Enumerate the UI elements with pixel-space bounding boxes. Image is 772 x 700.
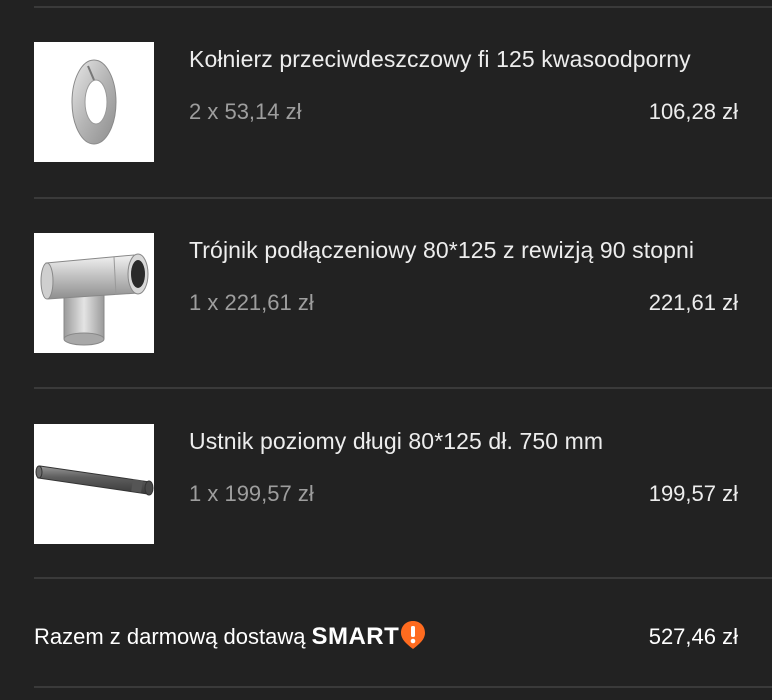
item-quantity-price: 1 x 199,57 zł <box>189 481 314 506</box>
order-total-value: 527,46 zł <box>648 624 738 649</box>
divider <box>34 197 772 199</box>
item-quantity-price: 1 x 221,61 zł <box>189 290 314 315</box>
divider <box>34 387 772 389</box>
item-total-price: 199,57 zł <box>648 481 738 506</box>
divider <box>34 577 772 579</box>
smart-exclamation-icon <box>400 620 426 650</box>
item-name[interactable]: Kołnierz przeciwdeszczowy fi 125 kwasood… <box>189 46 691 73</box>
smart-badge-text: SMART <box>311 623 400 650</box>
total-label-text: Razem z darmową dostawą <box>34 624 306 649</box>
divider-bottom <box>34 686 772 688</box>
item-quantity-price: 2 x 53,14 zł <box>189 99 302 124</box>
item-name[interactable]: Trójnik podłączeniowy 80*125 z rewizją 9… <box>189 237 694 264</box>
flange-collar-image[interactable] <box>34 42 154 162</box>
horizontal-pipe-icon <box>35 465 154 496</box>
cart-item[interactable]: Trójnik podłączeniowy 80*125 z rewizją 9… <box>0 233 772 353</box>
item-total-price: 221,61 zł <box>648 290 738 315</box>
cart-item[interactable]: Kołnierz przeciwdeszczowy fi 125 kwasood… <box>0 42 772 162</box>
tee-pipe-image[interactable] <box>34 233 154 353</box>
tee-pipe-icon <box>40 253 149 346</box>
total-label: Razem z darmową dostawą SMART <box>34 620 426 652</box>
flange-collar-icon <box>71 59 117 145</box>
item-total-price: 106,28 zł <box>648 99 738 124</box>
smart-badge: SMART <box>311 620 426 652</box>
order-total-row: Razem z darmową dostawą SMART 527,46 zł <box>0 618 772 658</box>
horizontal-terminal-pipe-image[interactable] <box>34 424 154 544</box>
divider-top <box>34 6 772 8</box>
cart-item[interactable]: Ustnik poziomy długi 80*125 dł. 750 mm 1… <box>0 424 772 544</box>
cart-summary-page: Kołnierz przeciwdeszczowy fi 125 kwasood… <box>0 0 772 700</box>
item-name[interactable]: Ustnik poziomy długi 80*125 dł. 750 mm <box>189 428 603 455</box>
